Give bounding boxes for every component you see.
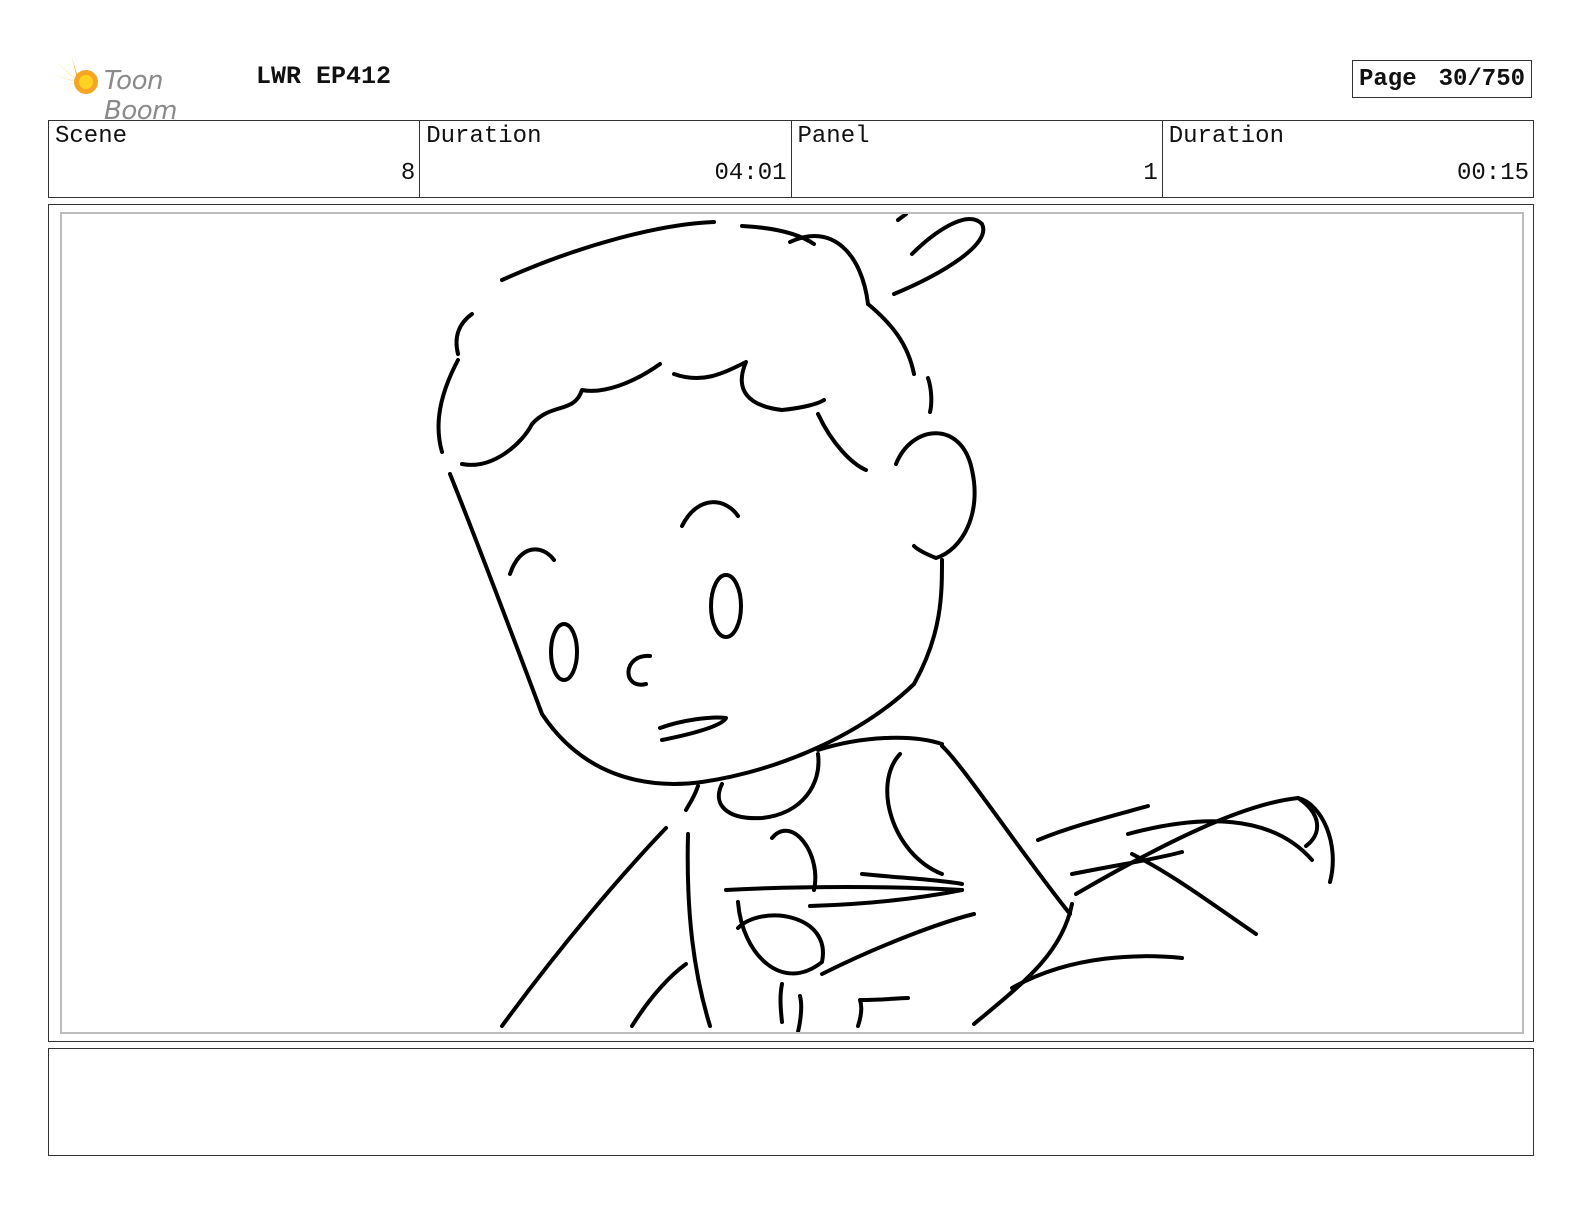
panel-duration-label: Duration bbox=[1168, 123, 1284, 150]
scene-duration-label: Duration bbox=[426, 123, 542, 150]
starburst-icon bbox=[50, 58, 98, 104]
scene-label: Scene bbox=[55, 123, 128, 150]
storyboard-panel bbox=[48, 204, 1534, 1042]
scene-info-table: Scene 8 Duration 04:01 Panel 1 Duration … bbox=[48, 120, 1534, 198]
scene-duration-value: 04:01 bbox=[714, 160, 787, 187]
panel-image-area bbox=[60, 212, 1524, 1034]
panel-duration-value: 00:15 bbox=[1456, 160, 1529, 187]
panel-value: 1 bbox=[1143, 160, 1158, 187]
project-title: LWR EP412 bbox=[256, 62, 392, 91]
panel-label: Panel bbox=[797, 123, 870, 150]
scene-value: 8 bbox=[400, 160, 416, 187]
logo-wordmark: Toon Boom bbox=[104, 66, 177, 126]
page-value: 30/750 bbox=[1438, 65, 1525, 93]
character-sketch bbox=[436, 214, 1335, 1032]
panel-duration-cell: Duration 00:15 bbox=[1163, 121, 1533, 197]
page-label: Page bbox=[1359, 65, 1417, 93]
scene-cell: Scene 8 bbox=[49, 121, 421, 197]
toon-boom-logo: Toon Boom bbox=[50, 54, 240, 126]
panel-cell: Panel 1 bbox=[792, 121, 1163, 197]
page-indicator: Page 30/750 bbox=[1352, 60, 1532, 98]
panel-notes-box bbox=[48, 1048, 1534, 1156]
scene-duration-cell: Duration 04:01 bbox=[420, 121, 792, 197]
